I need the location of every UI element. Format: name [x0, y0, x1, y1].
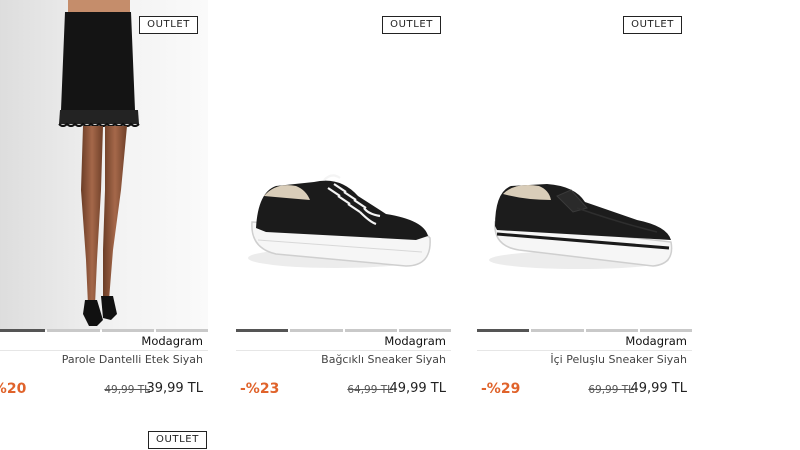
- old-price: 64,99 TL: [347, 384, 393, 396]
- new-price: 49,99 TL: [630, 381, 687, 396]
- carousel-segment[interactable]: [531, 329, 584, 332]
- discount-badge: -%29: [481, 381, 521, 397]
- product-image[interactable]: [236, 0, 451, 330]
- divider: [477, 350, 692, 351]
- carousel-segment[interactable]: [290, 329, 343, 332]
- carousel-segment[interactable]: [236, 329, 289, 332]
- outlet-badge-row2: OUTLET: [148, 431, 207, 449]
- outlet-badge: OUTLET: [382, 16, 441, 34]
- carousel-segment[interactable]: [398, 329, 451, 332]
- new-price: 39,99 TL: [146, 381, 203, 396]
- brand-name[interactable]: Modagram: [141, 334, 203, 348]
- carousel-segment[interactable]: [0, 329, 46, 332]
- product-card[interactable]: OUTLET Modagram Bağcıklı Sneaker Siyah -…: [236, 0, 451, 420]
- carousel-segment[interactable]: [47, 329, 100, 332]
- carousel-segment[interactable]: [639, 329, 692, 332]
- old-price: 49,99 TL: [104, 384, 150, 396]
- image-carousel-indicator[interactable]: [477, 329, 692, 332]
- product-name[interactable]: Parole Dantelli Etek Siyah: [62, 353, 203, 366]
- divider: [236, 350, 451, 351]
- brand-name[interactable]: Modagram: [625, 334, 687, 348]
- image-carousel-indicator[interactable]: [236, 329, 451, 332]
- outlet-badge: OUTLET: [139, 16, 198, 34]
- skirt-photo-icon: [0, 0, 208, 330]
- product-name[interactable]: İçi Peluşlu Sneaker Siyah: [550, 353, 687, 366]
- product-image[interactable]: [0, 0, 208, 330]
- carousel-segment[interactable]: [344, 329, 397, 332]
- carousel-segment[interactable]: [477, 329, 530, 332]
- carousel-segment[interactable]: [101, 329, 154, 332]
- product-name[interactable]: Bağcıklı Sneaker Siyah: [321, 353, 446, 366]
- brand-name[interactable]: Modagram: [384, 334, 446, 348]
- lace-up-sneaker-photo-icon: [248, 174, 431, 268]
- outlet-badge: OUTLET: [623, 16, 682, 34]
- image-carousel-indicator[interactable]: [0, 329, 208, 332]
- discount-badge: -%20: [0, 381, 27, 397]
- divider: [0, 350, 208, 351]
- carousel-segment[interactable]: [155, 329, 208, 332]
- carousel-segment[interactable]: [585, 329, 638, 332]
- product-image[interactable]: [477, 0, 692, 330]
- discount-badge: -%23: [240, 381, 280, 397]
- new-price: 49,99 TL: [389, 381, 446, 396]
- slip-on-sneaker-photo-icon: [489, 184, 673, 269]
- product-card[interactable]: OUTLET Modagram Parole Dantelli Etek Siy…: [0, 0, 208, 420]
- product-card[interactable]: OUTLET Modagram İçi Peluşlu Sneaker Siya…: [477, 0, 692, 420]
- old-price: 69,99 TL: [588, 384, 634, 396]
